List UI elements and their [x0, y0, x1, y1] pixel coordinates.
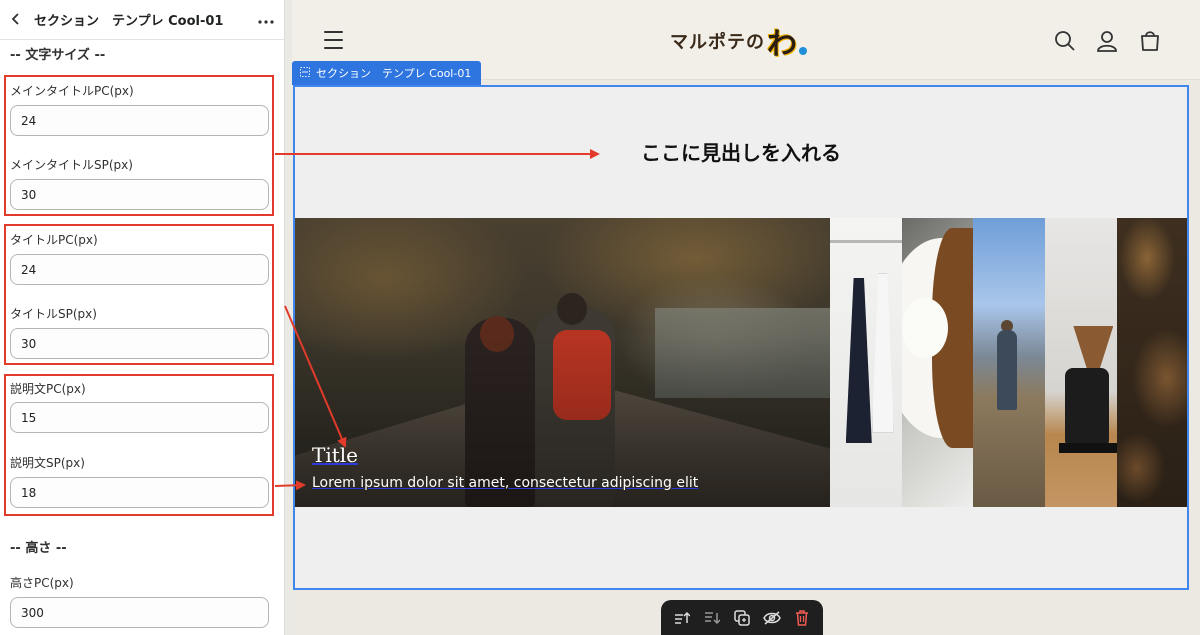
gallery-image-crepe[interactable]	[901, 218, 974, 507]
cart-icon[interactable]	[1139, 30, 1161, 52]
panel-title: セクション テンプレ Cool-01	[34, 14, 224, 29]
dripper-shape	[1073, 326, 1114, 370]
gallery-main-image[interactable]: Title Lorem ipsum dolor sit amet, consec…	[295, 218, 830, 507]
annotation-box-main-title	[4, 75, 274, 216]
kettle-shape	[1065, 368, 1110, 448]
dress-shape	[871, 273, 894, 433]
image-shade	[295, 218, 830, 507]
hide-icon[interactable]	[761, 607, 783, 629]
chevron-left-icon[interactable]	[10, 10, 28, 29]
store-logo[interactable]: マルポテの わ	[670, 18, 810, 64]
section-tag-label: セクション テンプレ Cool-01	[316, 67, 472, 80]
card-title: Title	[312, 443, 359, 467]
panel-header: セクション テンプレ Cool-01	[0, 0, 284, 40]
gallery-image-fern[interactable]	[1117, 218, 1188, 507]
more-horizontal-icon[interactable]	[258, 10, 274, 29]
section-toolbar	[661, 600, 823, 635]
search-icon[interactable]	[1054, 30, 1076, 52]
menu-icon[interactable]	[324, 31, 343, 49]
theme-preview: マルポテの わ セクション テンプレ Cool-01 ここに見出しを入れる Ti…	[292, 0, 1200, 635]
grid-icon	[300, 66, 310, 80]
move-down-icon[interactable]	[701, 607, 723, 629]
hiker-shape	[997, 330, 1018, 410]
selected-section[interactable]: ここに見出しを入れる Title Lorem ipsum dolor sit a…	[293, 85, 1189, 590]
gallery-image-coffee[interactable]	[1045, 218, 1118, 507]
annotation-box-title	[4, 224, 274, 365]
logo-mark: わ	[767, 27, 797, 62]
logo-text: マルポテの	[670, 32, 765, 53]
clothes-rail-shape	[829, 240, 902, 243]
section-heading: ここに見出しを入れる	[641, 141, 841, 165]
logo-dot	[799, 47, 807, 55]
section-tag[interactable]: セクション テンプレ Cool-01	[292, 61, 482, 85]
field-label-height-pc: 高さPC(px)	[10, 576, 74, 590]
account-icon[interactable]	[1096, 30, 1118, 52]
cream-shape	[901, 298, 948, 358]
dress-shape	[845, 278, 872, 443]
gallery-image-dresses[interactable]	[829, 218, 902, 507]
delete-icon[interactable]	[791, 607, 813, 629]
card-description: Lorem ipsum dolor sit amet, consectetur …	[312, 475, 699, 491]
image-gallery: Title Lorem ipsum dolor sit amet, consec…	[295, 218, 1188, 507]
height-section-heading: -- 高さ --	[10, 541, 67, 556]
font-size-section-heading: -- 文字サイズ --	[10, 48, 106, 63]
annotation-box-description	[4, 374, 274, 516]
scale-shape	[1059, 443, 1118, 453]
duplicate-icon[interactable]	[731, 607, 753, 629]
move-up-icon[interactable]	[671, 607, 693, 629]
height-pc-input[interactable]: 300	[10, 597, 269, 628]
settings-panel: セクション テンプレ Cool-01 -- 文字サイズ -- メインタイトルPC…	[0, 0, 285, 635]
gallery-image-hiker[interactable]	[973, 218, 1046, 507]
